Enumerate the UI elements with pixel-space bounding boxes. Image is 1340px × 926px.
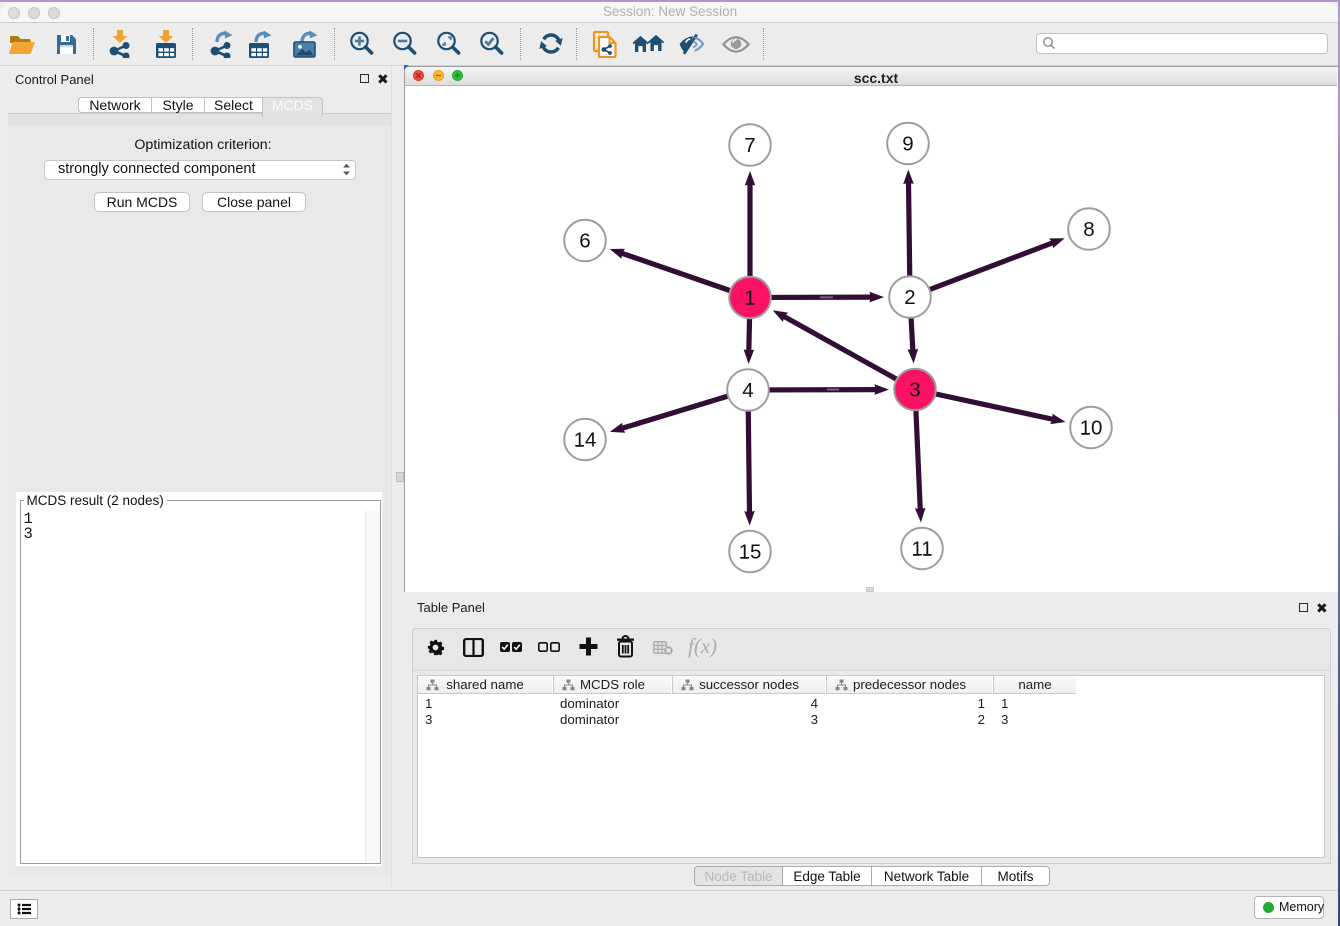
svg-text:3: 3 — [909, 379, 920, 402]
svg-text:10: 10 — [1080, 417, 1103, 440]
svg-text:15: 15 — [739, 541, 762, 564]
svg-text:4: 4 — [742, 379, 753, 402]
svg-text:8: 8 — [1083, 218, 1094, 241]
svg-text:1: 1 — [744, 287, 755, 310]
svg-text:9: 9 — [902, 133, 913, 156]
svg-text:11: 11 — [911, 538, 932, 561]
svg-text:7: 7 — [744, 134, 755, 157]
svg-text:14: 14 — [574, 429, 597, 452]
svg-text:2: 2 — [904, 286, 915, 309]
svg-text:6: 6 — [579, 230, 590, 253]
